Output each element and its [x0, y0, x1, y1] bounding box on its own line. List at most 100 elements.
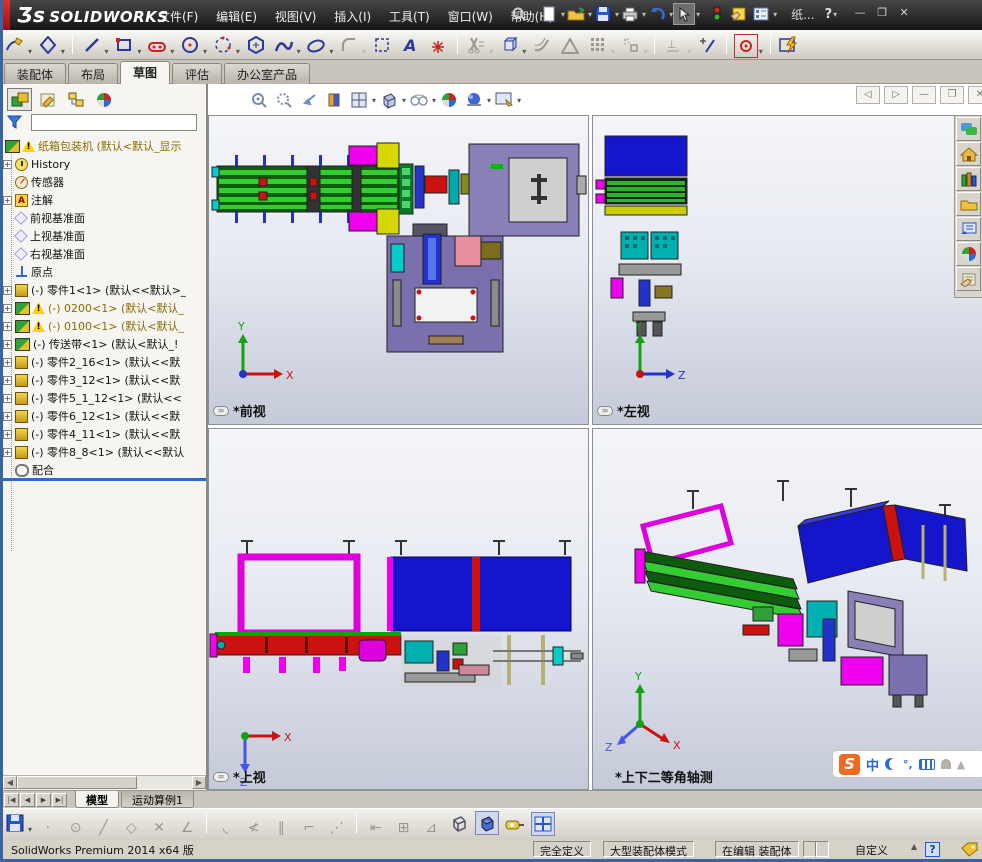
- save-icon[interactable]: [592, 3, 614, 25]
- zoom-to-area-icon[interactable]: [271, 88, 296, 112]
- expand-icon[interactable]: +: [3, 195, 12, 205]
- expand-icon[interactable]: +: [3, 303, 12, 313]
- tree-item-part5-1-12[interactable]: + (-) 零件5_1_12<1> (默认<<: [3, 389, 206, 407]
- expand-icon[interactable]: +: [3, 285, 12, 295]
- filter-funnel-icon[interactable]: [6, 115, 23, 132]
- sogou-logo-icon[interactable]: S: [839, 753, 860, 775]
- moon-icon[interactable]: [885, 758, 897, 770]
- rebuild-traffic-light-icon[interactable]: [706, 3, 728, 25]
- expand-icon[interactable]: +: [3, 339, 12, 349]
- split-viewport-icon[interactable]: [530, 812, 555, 836]
- person-icon[interactable]: [940, 759, 951, 769]
- restore-button[interactable]: ❐: [871, 5, 893, 23]
- viewport-isometric[interactable]: Y X Z *上下二等角轴测: [592, 428, 982, 790]
- tab-evaluate[interactable]: 评估: [172, 63, 223, 84]
- quick-snaps-icon[interactable]: [733, 34, 758, 58]
- forum-icon[interactable]: [956, 117, 981, 141]
- convert-entities-icon[interactable]: [497, 33, 521, 57]
- expand-icon[interactable]: +: [3, 393, 12, 403]
- status-help-icon[interactable]: ?: [925, 842, 940, 857]
- document-close-icon[interactable]: ✕: [968, 86, 982, 104]
- next-tab-icon[interactable]: ▶: [36, 793, 51, 807]
- circle-icon[interactable]: [178, 33, 202, 57]
- design-library-icon[interactable]: [956, 167, 981, 191]
- expand-featuremanager-icon[interactable]: ▷: [884, 86, 908, 104]
- minimize-button[interactable]: —: [849, 5, 871, 23]
- sketch-picture-icon[interactable]: [777, 33, 801, 57]
- convert-caret[interactable]: ▾: [522, 47, 526, 56]
- configurationmanager-icon[interactable]: [63, 88, 88, 111]
- tree-item-right-plane[interactable]: 右视基准面: [3, 245, 206, 263]
- link-views-icon[interactable]: ∞: [597, 405, 613, 416]
- offset-entities-icon[interactable]: [530, 33, 554, 57]
- search-icon[interactable]: [508, 3, 530, 25]
- view-orientation-icon[interactable]: [346, 88, 371, 112]
- options-caret[interactable]: ▾: [773, 10, 777, 19]
- file-explorer-icon[interactable]: [956, 192, 981, 216]
- toolbox-icon[interactable]: ▲: [957, 758, 965, 771]
- punctuation-icon[interactable]: °,: [903, 758, 913, 771]
- menu-view[interactable]: 视图(V): [268, 6, 324, 27]
- move-caret[interactable]: ▾: [644, 47, 648, 56]
- filter-input[interactable]: [31, 114, 197, 131]
- tag-icon[interactable]: [961, 842, 978, 860]
- trim-caret[interactable]: ▾: [489, 47, 493, 56]
- menu-tools[interactable]: 工具(T): [382, 6, 437, 27]
- scroll-thumb[interactable]: [17, 776, 137, 789]
- slot-icon[interactable]: [145, 35, 169, 59]
- collapse-featuremanager-icon[interactable]: ◁: [856, 86, 880, 104]
- expand-icon[interactable]: +: [3, 159, 12, 169]
- appearances-scenes-icon[interactable]: [956, 242, 981, 266]
- tab-sketch[interactable]: 草图: [120, 61, 171, 84]
- rectangle-caret[interactable]: ▾: [137, 47, 141, 56]
- help-icon[interactable]: ?: [825, 7, 833, 22]
- open-icon[interactable]: [565, 3, 587, 25]
- tree-item-front-plane[interactable]: 前视基准面: [3, 209, 206, 227]
- expand-icon[interactable]: +: [3, 411, 12, 421]
- relations-caret[interactable]: ▾: [687, 47, 691, 56]
- line-icon[interactable]: [80, 33, 104, 57]
- arc-caret[interactable]: ▾: [236, 47, 240, 56]
- select-caret[interactable]: ▾: [696, 10, 700, 19]
- tree-item-0200[interactable]: + ! (-) 0200<1> (默认<默认_: [3, 299, 206, 317]
- snaps-caret[interactable]: ▾: [759, 47, 763, 56]
- edit-appearance-icon[interactable]: [436, 88, 461, 112]
- pattern-caret[interactable]: ▾: [611, 47, 615, 56]
- viewport-top[interactable]: X Z ∞ *上视: [208, 428, 589, 790]
- tab-motion-study[interactable]: 运动算例1: [121, 791, 194, 808]
- tree-item-part8-8[interactable]: + (-) 零件8_8<1> (默认<<默认: [3, 443, 206, 461]
- featuremanager-tree-icon[interactable]: [7, 88, 32, 111]
- arc-icon[interactable]: [211, 33, 235, 57]
- tab-office-products[interactable]: 办公室产品: [224, 63, 311, 84]
- section-view-icon[interactable]: [321, 88, 346, 112]
- help-caret[interactable]: ▾: [833, 10, 837, 19]
- repair-sketch-icon[interactable]: [695, 33, 719, 57]
- tree-item-mates[interactable]: 配合: [3, 461, 206, 479]
- polygon-icon[interactable]: [244, 33, 268, 57]
- save-icon[interactable]: [3, 811, 27, 835]
- expand-icon[interactable]: +: [3, 447, 12, 457]
- tree-item-origin[interactable]: 原点: [3, 263, 206, 281]
- document-minimize-icon[interactable]: —: [912, 86, 936, 104]
- display-relations-icon[interactable]: ⊥: [662, 33, 686, 57]
- expand-icon[interactable]: +: [3, 321, 12, 331]
- custom-properties-icon[interactable]: [956, 267, 981, 291]
- tree-item-part3-12[interactable]: + (-) 零件3_12<1> (默认<<默: [3, 371, 206, 389]
- properties-icon[interactable]: [728, 3, 750, 25]
- display-style-icon[interactable]: [376, 88, 401, 112]
- prev-tab-icon[interactable]: ◀: [20, 793, 35, 807]
- tab-assembly[interactable]: 装配体: [4, 63, 67, 84]
- expand-icon[interactable]: +: [3, 375, 12, 385]
- hide-show-items-icon[interactable]: [406, 88, 431, 112]
- measure-icon[interactable]: [503, 812, 527, 836]
- tree-item-top-plane[interactable]: 上视基准面: [3, 227, 206, 245]
- tab-model[interactable]: 模型: [75, 791, 119, 808]
- tree-root-assembly[interactable]: ! 纸箱包装机 (默认<默认_显示: [3, 137, 206, 155]
- line-caret[interactable]: ▾: [105, 47, 109, 56]
- chinese-mode-icon[interactable]: 中: [866, 755, 879, 774]
- custom-status[interactable]: 自定义: [849, 841, 894, 857]
- rectangle-icon[interactable]: [112, 33, 136, 57]
- menu-insert[interactable]: 插入(I): [327, 6, 378, 27]
- linear-pattern-icon[interactable]: [586, 33, 610, 57]
- tab-layout[interactable]: 布局: [68, 63, 119, 84]
